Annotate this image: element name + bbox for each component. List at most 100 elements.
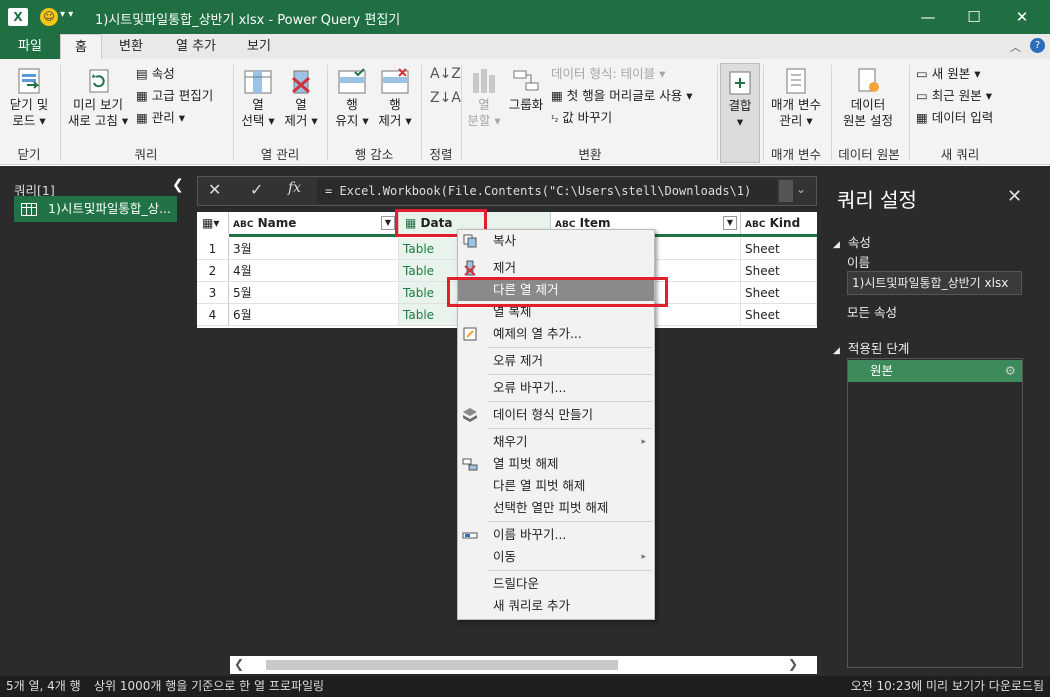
sort-descending-icon[interactable]: Z↓A <box>430 89 461 107</box>
enter-data-button[interactable]: ▦ 데이터 입력 <box>916 109 993 127</box>
status-profiling[interactable]: 상위 1000개 행을 기준으로 한 열 프로파일링 <box>94 676 324 697</box>
data-source-label-2: 원본 설정 <box>843 113 893 128</box>
group-by-button[interactable]: 그룹화 <box>505 65 547 113</box>
unpivot-icon <box>462 458 478 471</box>
row-number[interactable]: 2 <box>197 260 229 282</box>
combine-button[interactable]: 결합 ▾ <box>720 63 760 163</box>
menu-item-copy[interactable]: 복사 <box>458 230 654 252</box>
tab-add-column[interactable]: 열 추가 <box>165 34 227 59</box>
query-list-item[interactable]: 1)시트및파일통합_상... <box>14 196 177 222</box>
keep-rows-button[interactable]: 행 유지 ▾ <box>331 65 373 129</box>
scroll-left-icon[interactable]: ❮ <box>234 657 244 671</box>
help-icon[interactable]: ? <box>1030 38 1045 53</box>
tab-view[interactable]: 보기 <box>236 34 282 59</box>
all-properties-link[interactable]: 모든 속성 <box>847 302 897 321</box>
text-type-icon: ABC <box>233 220 254 230</box>
menu-item-column-from-examples[interactable]: 예제의 열 추가... <box>458 323 654 345</box>
properties-label: 속성 <box>151 66 175 81</box>
menu-item-add-as-new-query[interactable]: 새 쿼리로 추가 <box>458 595 654 617</box>
advanced-editor-icon: ▦ <box>136 88 148 103</box>
menu-item-drill-down[interactable]: 드릴다운 <box>458 573 654 595</box>
close-pane-icon[interactable]: ✕ <box>1007 186 1022 207</box>
formula-scroll[interactable] <box>779 180 793 202</box>
cell-kind[interactable]: Sheet <box>741 260 817 282</box>
row-number[interactable]: 1 <box>197 238 229 260</box>
close-icon[interactable]: ✕ <box>999 0 1045 34</box>
name-label: 이름 <box>847 255 871 270</box>
properties-button[interactable]: ▤ 속성 <box>136 65 175 83</box>
filter-dropdown-icon[interactable]: ▼ <box>381 216 395 230</box>
new-source-button[interactable]: ▭ 새 원본 ▾ <box>916 65 981 83</box>
split-column-button[interactable]: 열 분할 ▾ <box>465 65 503 129</box>
remove-rows-button[interactable]: 행 제거 ▾ <box>374 65 416 129</box>
menu-item-replace-errors[interactable]: 오류 바꾸기... <box>458 377 654 399</box>
remove-columns-button[interactable]: 열 제거 ▾ <box>280 65 322 129</box>
menu-separator <box>488 374 652 375</box>
query-name-input[interactable]: 1)시트및파일통합_상반기 xlsx <box>847 271 1022 295</box>
expand-formula-icon[interactable]: ⌄ <box>796 182 806 196</box>
applied-steps-label: 적용된 단계 <box>847 341 910 356</box>
fx-icon[interactable]: fx <box>288 180 301 196</box>
menu-item-rename[interactable]: 이름 바꾸기... <box>458 524 654 546</box>
data-type-dropdown[interactable]: 데이터 형식: 테이블 ▾ <box>551 65 665 83</box>
minimize-icon[interactable]: — <box>905 0 951 34</box>
table-menu-icon[interactable]: ▦▾ <box>197 212 229 234</box>
menu-item-create-data-type[interactable]: 데이터 형식 만들기 <box>458 404 654 426</box>
row-number[interactable]: 4 <box>197 304 229 326</box>
choose-columns-button[interactable]: 열 선택 ▾ <box>237 65 279 129</box>
menu-item-unpivot-other-columns[interactable]: 다른 열 피벗 해제 <box>458 475 654 497</box>
advanced-editor-button[interactable]: ▦ 고급 편집기 <box>136 87 213 105</box>
horizontal-scrollbar[interactable]: ❮ ❯ <box>230 656 817 674</box>
applied-steps-section[interactable]: ◢ 적용된 단계 <box>833 338 909 357</box>
column-header-kind[interactable]: ABC Kind <box>741 212 817 234</box>
step-label: 원본 <box>870 363 894 378</box>
cell-name[interactable]: 4월 <box>229 260 399 282</box>
queries-pane <box>0 166 189 676</box>
data-source-settings-button[interactable]: 데이터 원본 설정 <box>836 65 900 129</box>
maximize-icon[interactable]: ☐ <box>951 0 997 34</box>
cancel-formula-icon[interactable]: ✕ <box>208 180 221 199</box>
column-header-name[interactable]: ABC Name ▼ <box>229 212 399 234</box>
applied-step-item[interactable]: 원본 ⚙ <box>848 360 1022 382</box>
sort-ascending-icon[interactable]: A↓Z <box>430 65 461 83</box>
menu-item-remove[interactable]: 제거 <box>458 257 654 279</box>
formula-input[interactable]: = Excel.Workbook(File.Contents("C:\Users… <box>317 178 777 204</box>
cell-kind[interactable]: Sheet <box>741 304 817 326</box>
collapse-pane-icon[interactable]: ❮ <box>172 177 184 193</box>
tab-home[interactable]: 홈 <box>60 34 102 59</box>
close-and-load-button[interactable]: 닫기 및 로드 ▾ <box>4 65 54 129</box>
menu-item-unpivot-selected-only[interactable]: 선택한 열만 피벗 해제 <box>458 497 654 519</box>
menu-item-unpivot-columns[interactable]: 열 피벗 해제 <box>458 453 654 475</box>
menu-item-fill[interactable]: 채우기 ▸ <box>458 431 654 453</box>
tab-transform[interactable]: 변환 <box>106 34 156 59</box>
manage-button[interactable]: ▦ 관리 ▾ <box>136 109 185 127</box>
first-row-header-button[interactable]: ▦ 첫 행을 머리글로 사용 ▾ <box>551 87 692 105</box>
cell-name[interactable]: 6월 <box>229 304 399 326</box>
scroll-thumb[interactable] <box>266 660 618 670</box>
row-number[interactable]: 3 <box>197 282 229 304</box>
confirm-formula-icon[interactable]: ✓ <box>250 180 263 199</box>
manage-parameters-button[interactable]: 매개 변수 관리 ▾ <box>766 65 826 129</box>
cell-name[interactable]: 5월 <box>229 282 399 304</box>
refresh-preview-button[interactable]: 미리 보기 새로 고침 ▾ <box>64 65 132 129</box>
filter-dropdown-icon[interactable]: ▼ <box>723 216 737 230</box>
recent-sources-button[interactable]: ▭ 최근 원본 ▾ <box>916 87 992 105</box>
keep-rows-label-2: 유지 ▾ <box>335 113 369 128</box>
menu-item-label: 오류 제거 <box>493 353 543 368</box>
window-title: 1)시트및파일통합_상반기 xlsx - Power Query 편집기 <box>95 13 401 28</box>
query-settings-pane: 쿼리 설정 ✕ ◢ 속성 이름 1)시트및파일통합_상반기 xlsx 모든 속성… <box>821 166 1050 676</box>
menu-item-remove-errors[interactable]: 오류 제거 <box>458 350 654 372</box>
cell-kind[interactable]: Sheet <box>741 238 817 260</box>
scroll-right-icon[interactable]: ❯ <box>788 657 798 671</box>
smiley-icon[interactable]: ☺ <box>40 8 58 26</box>
new-source-label: 새 원본 ▾ <box>931 66 981 81</box>
cell-kind[interactable]: Sheet <box>741 282 817 304</box>
cell-name[interactable]: 3월 <box>229 238 399 260</box>
menu-item-move[interactable]: 이동 ▸ <box>458 546 654 568</box>
properties-section[interactable]: ◢ 속성 <box>833 232 871 251</box>
quick-access-dropdown-icon[interactable]: ▾ ▾ <box>60 9 73 20</box>
gear-icon[interactable]: ⚙ <box>1005 360 1016 382</box>
collapse-ribbon-icon[interactable]: ︿ <box>1010 39 1021 55</box>
tab-file[interactable]: 파일 <box>0 34 60 59</box>
replace-values-button[interactable]: ¹₂ 값 바꾸기 <box>551 109 612 129</box>
